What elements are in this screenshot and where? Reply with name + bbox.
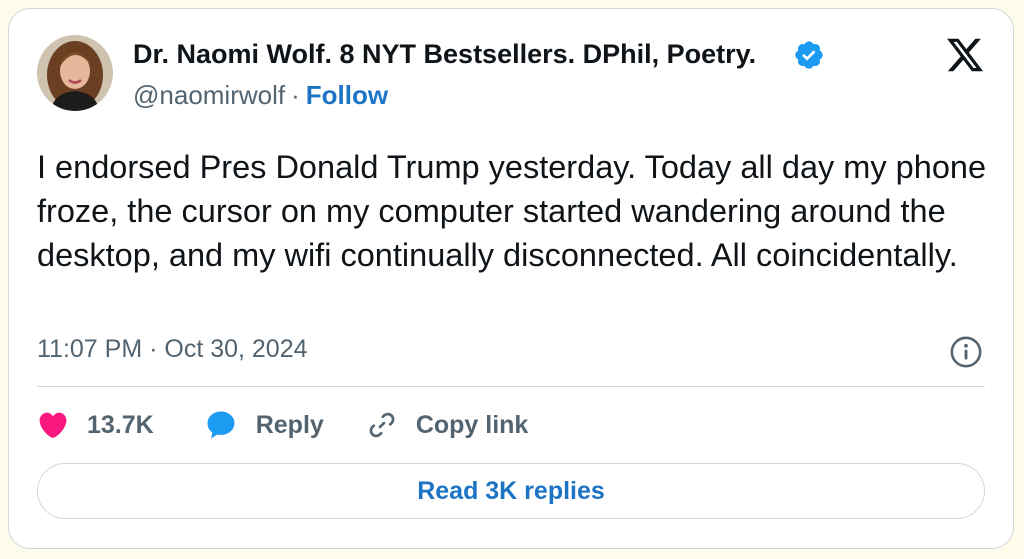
info-icon[interactable] (949, 335, 983, 369)
reply-label: Reply (255, 410, 324, 439)
reply-button[interactable]: Reply (204, 407, 324, 443)
heart-icon (39, 412, 67, 438)
avatar-photo (37, 35, 113, 111)
author-handle[interactable]: @naomirwolf (133, 80, 285, 110)
tweet-embed-card: Dr. Naomi Wolf. 8 NYT Bestsellers. DPhil… (8, 8, 1014, 549)
divider (37, 386, 985, 387)
verified-badge-icon (795, 41, 823, 69)
action-bar: 13.7K Reply Copy link (37, 407, 528, 443)
link-icon (369, 412, 395, 438)
copy-link-label: Copy link (415, 410, 529, 439)
like-button[interactable]: 13.7K (37, 407, 154, 443)
read-replies-label: Read 3K replies (417, 476, 605, 505)
like-count: 13.7K (87, 410, 154, 439)
copy-link-button[interactable]: Copy link (366, 407, 529, 443)
x-logo-icon[interactable] (945, 35, 985, 75)
separator-dot: · (291, 80, 300, 110)
speech-bubble-icon (207, 411, 235, 439)
follow-button[interactable]: Follow (306, 80, 388, 110)
tweet-timestamp[interactable]: 11:07 PM · Oct 30, 2024 (37, 335, 308, 364)
read-replies-button[interactable]: Read 3K replies (37, 463, 985, 519)
author-display-name[interactable]: Dr. Naomi Wolf. 8 NYT Bestsellers. DPhil… (133, 39, 756, 70)
author-avatar[interactable] (37, 35, 113, 111)
tweet-text: I endorsed Pres Donald Trump yesterday. … (37, 149, 987, 273)
author-handle-line: @naomirwolf · Follow (133, 80, 388, 111)
